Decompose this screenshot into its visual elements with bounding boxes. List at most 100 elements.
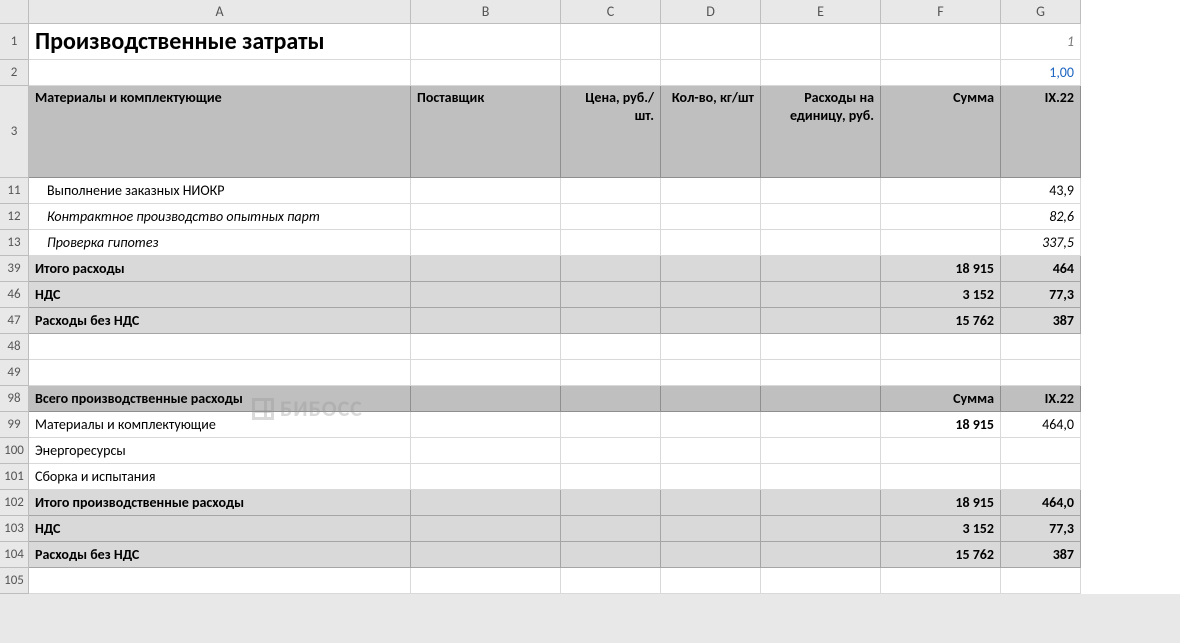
cell-E105[interactable] [761,568,881,594]
cell-B105[interactable] [411,568,561,594]
cell-B1[interactable] [411,24,561,60]
cell-D47[interactable] [661,308,761,334]
cell-A3[interactable]: Материалы и комплектующие [29,86,411,178]
cell-E11[interactable] [761,178,881,204]
cell-D2[interactable] [661,60,761,86]
cell-E99[interactable] [761,412,881,438]
cell-C13[interactable] [561,230,661,256]
cell-D104[interactable] [661,542,761,568]
cell-B12[interactable] [411,204,561,230]
cell-B104[interactable] [411,542,561,568]
cell-F12[interactable] [881,204,1001,230]
cell-A49[interactable] [29,360,411,386]
select-all-corner[interactable] [0,0,29,24]
cell-B99[interactable] [411,412,561,438]
cell-E100[interactable] [761,438,881,464]
cell-B101[interactable] [411,464,561,490]
cell-B102[interactable] [411,490,561,516]
cell-F48[interactable] [881,334,1001,360]
cell-E103[interactable] [761,516,881,542]
col-header-B[interactable]: B [411,0,561,24]
cell-F11[interactable] [881,178,1001,204]
row-header-13[interactable]: 13 [0,230,29,256]
col-header-C[interactable]: C [561,0,661,24]
cell-F101[interactable] [881,464,1001,490]
row-header-49[interactable]: 49 [0,360,29,386]
cell-G2[interactable]: 1,00 [1001,60,1081,86]
row-header-101[interactable]: 101 [0,464,29,490]
cell-A102[interactable]: Итого производственные расходы [29,490,411,516]
cell-G104[interactable]: 387 [1001,542,1081,568]
cell-A11[interactable]: Выполнение заказных НИОКР [29,178,411,204]
cell-C105[interactable] [561,568,661,594]
cell-G102[interactable]: 464,0 [1001,490,1081,516]
cell-E12[interactable] [761,204,881,230]
cell-G100[interactable] [1001,438,1081,464]
cell-F105[interactable] [881,568,1001,594]
cell-B47[interactable] [411,308,561,334]
cell-C1[interactable] [561,24,661,60]
row-header-98[interactable]: 98 [0,386,29,412]
cell-A103[interactable]: НДС [29,516,411,542]
row-header-48[interactable]: 48 [0,334,29,360]
cell-D100[interactable] [661,438,761,464]
cell-D49[interactable] [661,360,761,386]
cell-D103[interactable] [661,516,761,542]
cell-A104[interactable]: Расходы без НДС [29,542,411,568]
cell-D48[interactable] [661,334,761,360]
cell-F103[interactable]: 3 152 [881,516,1001,542]
cell-C11[interactable] [561,178,661,204]
cell-C46[interactable] [561,282,661,308]
cell-B103[interactable] [411,516,561,542]
cell-E98[interactable] [761,386,881,412]
cell-F46[interactable]: 3 152 [881,282,1001,308]
cell-D98[interactable] [661,386,761,412]
cell-D12[interactable] [661,204,761,230]
cell-B49[interactable] [411,360,561,386]
cell-A1[interactable]: Производственные затраты [29,24,411,60]
cell-F3[interactable]: Сумма [881,86,1001,178]
cell-F2[interactable] [881,60,1001,86]
cell-F47[interactable]: 15 762 [881,308,1001,334]
cell-C99[interactable] [561,412,661,438]
cell-F98[interactable]: Сумма [881,386,1001,412]
cell-C102[interactable] [561,490,661,516]
cell-E39[interactable] [761,256,881,282]
cell-E13[interactable] [761,230,881,256]
row-header-11[interactable]: 11 [0,178,29,204]
cell-A100[interactable]: Энергоресурсы [29,438,411,464]
cell-E1[interactable] [761,24,881,60]
cell-F49[interactable] [881,360,1001,386]
cell-C49[interactable] [561,360,661,386]
cell-D46[interactable] [661,282,761,308]
cell-F13[interactable] [881,230,1001,256]
row-header-39[interactable]: 39 [0,256,29,282]
cell-A99[interactable]: Материалы и комплектующие [29,412,411,438]
cell-E49[interactable] [761,360,881,386]
cell-F100[interactable] [881,438,1001,464]
row-header-3[interactable]: 3 [0,86,29,178]
cell-B48[interactable] [411,334,561,360]
cell-A105[interactable] [29,568,411,594]
cell-B3[interactable]: Поставщик [411,86,561,178]
row-header-102[interactable]: 102 [0,490,29,516]
cell-G98[interactable]: IX.22 [1001,386,1081,412]
cell-C47[interactable] [561,308,661,334]
cell-B46[interactable] [411,282,561,308]
cell-E101[interactable] [761,464,881,490]
row-header-2[interactable]: 2 [0,60,29,86]
cell-C101[interactable] [561,464,661,490]
cell-G101[interactable] [1001,464,1081,490]
cell-E102[interactable] [761,490,881,516]
cell-A46[interactable]: НДС [29,282,411,308]
cell-A47[interactable]: Расходы без НДС [29,308,411,334]
cell-C2[interactable] [561,60,661,86]
row-header-99[interactable]: 99 [0,412,29,438]
cell-G46[interactable]: 77,3 [1001,282,1081,308]
col-header-G[interactable]: G [1001,0,1081,24]
col-header-F[interactable]: F [881,0,1001,24]
cell-G12[interactable]: 82,6 [1001,204,1081,230]
row-header-100[interactable]: 100 [0,438,29,464]
cell-A13[interactable]: Проверка гипотез [29,230,411,256]
cell-G49[interactable] [1001,360,1081,386]
